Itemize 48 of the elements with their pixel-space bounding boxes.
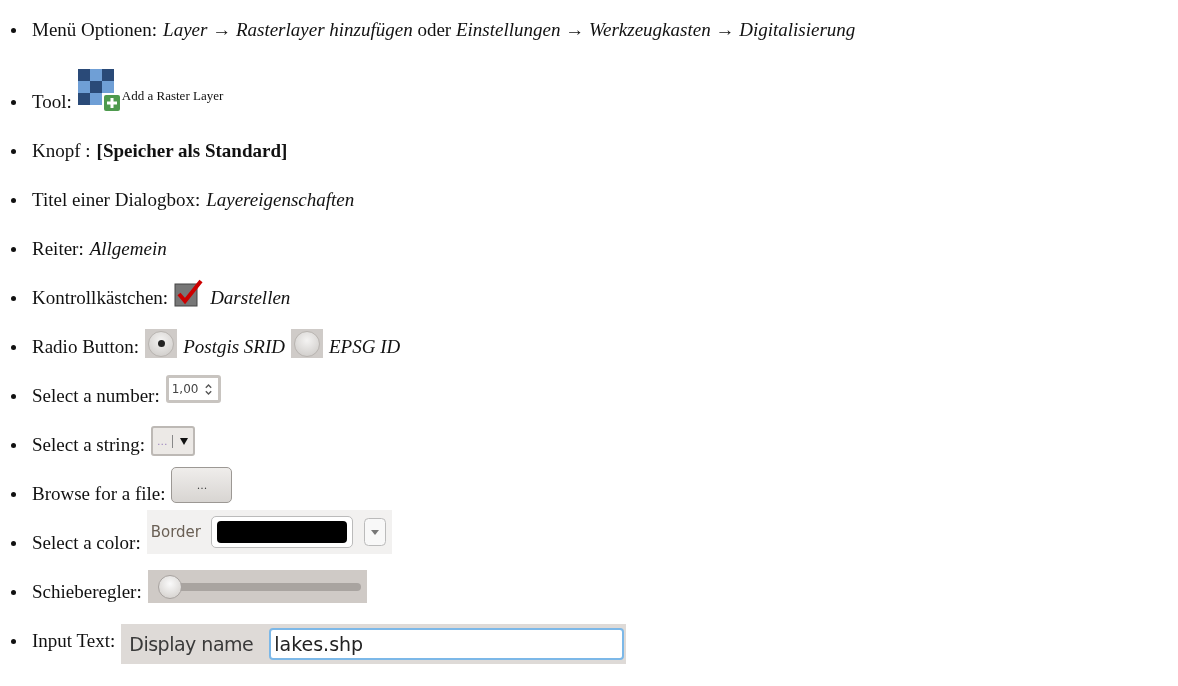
tool-caption: Add a Raster Layer — [121, 87, 224, 105]
item-label: Radio Button: — [32, 336, 140, 358]
menu-path: Layer → Rasterlayer hinzufügen oder Einstellungen → Werkzeugkasten → Digitalisierung — [163, 19, 856, 41]
radio-label: EPSG ID — [329, 336, 401, 358]
raster-layer-add-icon — [77, 69, 120, 111]
item-label: Kontrollkästchen: — [32, 287, 169, 309]
item-label: Titel einer Dialogbox: — [32, 189, 201, 211]
item-label: Menü Optionen: — [32, 19, 158, 41]
radio-label: Postgis SRID — [183, 336, 285, 358]
item-label: Input Text: — [32, 630, 116, 652]
tab-name: Allgemein — [89, 238, 167, 260]
list-bullet — [11, 345, 16, 350]
number-spinbox[interactable]: 1,00 — [165, 375, 222, 403]
list-bullet — [11, 149, 16, 154]
browse-button[interactable]: ... — [171, 467, 233, 503]
slider[interactable] — [147, 570, 367, 603]
list-bullet — [11, 296, 16, 301]
list-bullet — [11, 443, 16, 448]
radio-button[interactable] — [145, 329, 178, 358]
list-bullet — [11, 100, 16, 105]
slider-thumb[interactable] — [157, 574, 182, 599]
up-down-arrows-icon — [204, 382, 214, 396]
color-caption: Border — [150, 523, 201, 541]
list-bullet — [11, 639, 16, 644]
dropdown-arrow-icon — [179, 436, 190, 446]
list-bullet — [11, 541, 16, 546]
item-label: Schieberegler: — [32, 581, 142, 603]
checkbox-icon[interactable] — [174, 279, 205, 307]
dialog-title-name: Layereigenschaften — [206, 189, 355, 211]
list-bullet — [11, 198, 16, 203]
color-button[interactable] — [211, 516, 353, 548]
list-bullet — [11, 394, 16, 399]
radio-button[interactable] — [291, 329, 323, 358]
field-caption: Display name — [129, 633, 254, 655]
button-name: [Speicher als Standard] — [96, 140, 288, 162]
list-bullet — [11, 247, 16, 252]
checkbox-label: Darstellen — [210, 287, 291, 309]
list-bullet — [11, 28, 16, 33]
item-label: Knopf : — [32, 140, 91, 162]
item-label: Tool: — [32, 91, 72, 113]
item-label: Select a color: — [32, 532, 141, 554]
item-label: Browse for a file: — [32, 483, 166, 505]
input-field[interactable]: lakes.shp — [269, 628, 625, 660]
item-label: Select a number: — [32, 385, 160, 407]
list-bullet — [11, 590, 16, 595]
item-label: Reiter: — [32, 238, 84, 260]
list-bullet — [11, 492, 16, 497]
item-label: Select a string: — [32, 434, 145, 456]
